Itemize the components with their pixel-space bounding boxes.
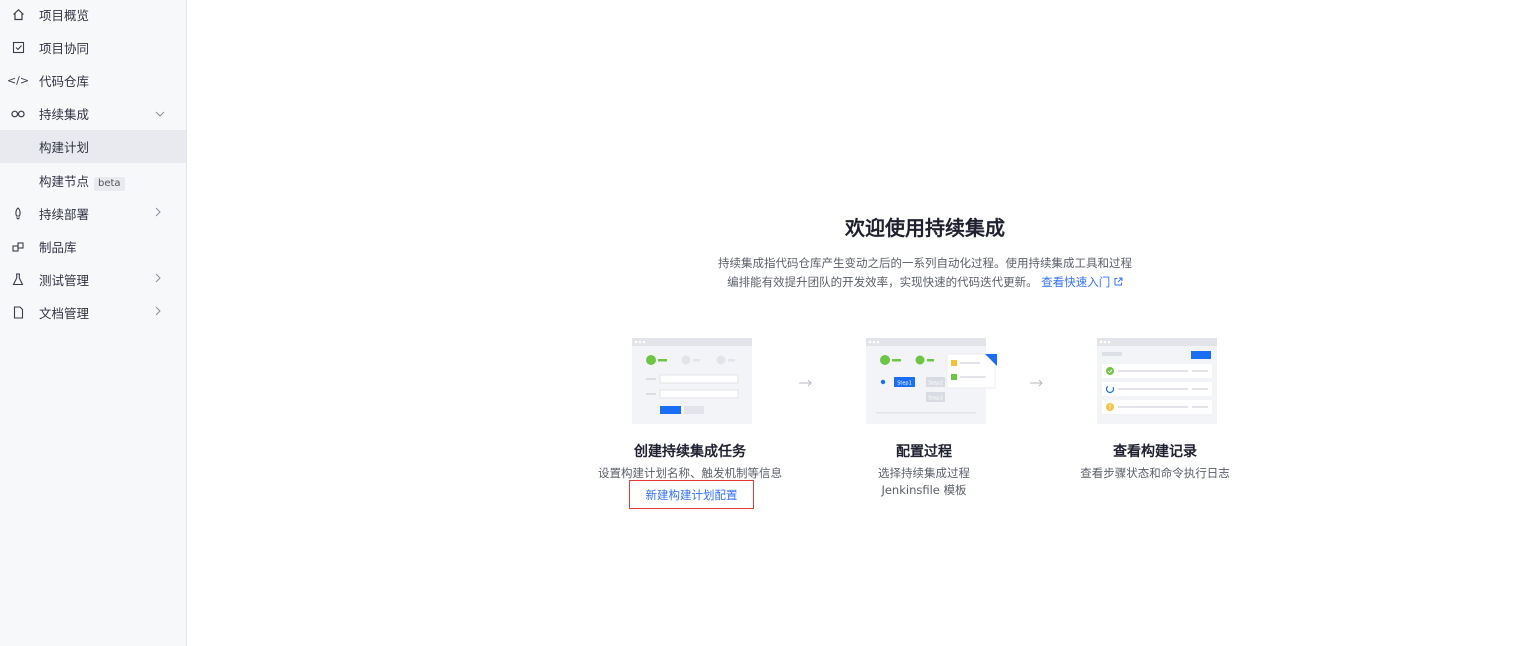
sidebar-item-build-node[interactable]: 构建节点 beta xyxy=(0,164,186,197)
illustration-step1-label: Step1 xyxy=(897,381,912,387)
step-title: 查看构建记录 xyxy=(1113,444,1197,460)
sidebar-item-label: 代码仓库 xyxy=(39,74,90,89)
artifact-icon xyxy=(11,240,25,254)
flask-icon xyxy=(11,273,25,287)
illustration-step2-label: Step2 xyxy=(928,381,943,387)
new-build-plan-button[interactable]: 新建构建计划配置 xyxy=(629,480,754,509)
sidebar-item-artifact[interactable]: 制品库 xyxy=(0,230,186,263)
step-view-build-records: 查看构建记录 查看步骤状态和命令执行日志 xyxy=(1040,338,1270,513)
illustration-step3-label: Step3 xyxy=(928,396,943,402)
sidebar-item-label: 构建节点 beta xyxy=(39,171,125,191)
description-line-2-text: 编排能有效提升团队的开发效率，实现快速的代码迭代更新。 xyxy=(727,275,1038,289)
document-icon xyxy=(11,306,25,320)
sidebar-item-cd[interactable]: 持续部署 xyxy=(0,197,186,230)
step-description: 选择持续集成过程 Jenkinsfile 模板 xyxy=(878,466,970,497)
page-description: 持续集成指代码仓库产生变动之后的一系列自动化过程。使用持续集成工具和过程 编排能… xyxy=(187,254,1523,292)
rocket-icon xyxy=(11,207,25,221)
main-content: 欢迎使用持续集成 持续集成指代码仓库产生变动之后的一系列自动化过程。使用持续集成… xyxy=(187,0,1523,646)
sidebar-item-repo[interactable]: </> 代码仓库 xyxy=(0,64,186,97)
chevron-right-icon xyxy=(155,306,161,319)
sidebar-item-docs[interactable]: 文档管理 xyxy=(0,296,186,329)
quickstart-link[interactable]: 查看快速入门 xyxy=(1041,275,1110,289)
code-icon: </> xyxy=(6,74,30,87)
step-description: 查看步骤状态和命令执行日志 xyxy=(1080,466,1230,480)
create-task-illustration xyxy=(632,338,752,424)
chevron-right-icon xyxy=(155,207,161,220)
infinity-icon xyxy=(11,107,25,121)
checkbox-icon xyxy=(11,41,25,55)
description-line-1: 持续集成指代码仓库产生变动之后的一系列自动化过程。使用持续集成工具和过程 xyxy=(718,256,1132,270)
sidebar-item-collaboration[interactable]: 项目协同 xyxy=(0,31,186,64)
step-title: 配置过程 xyxy=(896,444,952,460)
configure-process-illustration: Step1 Step2 Step3 xyxy=(866,338,997,424)
external-link-icon xyxy=(1114,275,1123,289)
sidebar: 项目概览 项目协同 </> 代码仓库 持续集成 构建计划 构建节点 beta 持续… xyxy=(0,0,187,646)
sidebar-item-overview[interactable]: 项目概览 xyxy=(0,0,186,31)
sidebar-item-label: 项目协同 xyxy=(39,41,90,56)
sidebar-item-label: 文档管理 xyxy=(39,306,90,321)
sidebar-item-label: 持续部署 xyxy=(39,207,90,222)
page-title: 欢迎使用持续集成 xyxy=(845,216,1005,240)
sidebar-item-label: 测试管理 xyxy=(39,273,90,288)
home-icon xyxy=(11,8,25,22)
sidebar-item-label: 制品库 xyxy=(39,240,77,255)
sidebar-item-label: 持续集成 xyxy=(39,107,90,122)
step-title: 创建持续集成任务 xyxy=(634,444,746,460)
sidebar-item-text: 构建节点 xyxy=(39,173,90,189)
description-line-2: 编排能有效提升团队的开发效率，实现快速的代码迭代更新。 查看快速入门 xyxy=(187,273,1523,292)
chevron-down-icon xyxy=(155,107,165,120)
build-records-illustration xyxy=(1097,338,1217,424)
chevron-right-icon xyxy=(155,273,161,286)
sidebar-item-test[interactable]: 测试管理 xyxy=(0,263,186,296)
sidebar-item-label: 构建计划 xyxy=(39,140,90,155)
sidebar-item-label: 项目概览 xyxy=(39,8,90,23)
beta-badge: beta xyxy=(94,176,125,191)
step-configure-process: Step1 Step2 Step3 配置过程 选择持续集成过程 Jenkinsf… xyxy=(809,338,1039,513)
sidebar-item-ci[interactable]: 持续集成 xyxy=(0,97,186,130)
sidebar-item-build-plan[interactable]: 构建计划 xyxy=(0,130,186,163)
